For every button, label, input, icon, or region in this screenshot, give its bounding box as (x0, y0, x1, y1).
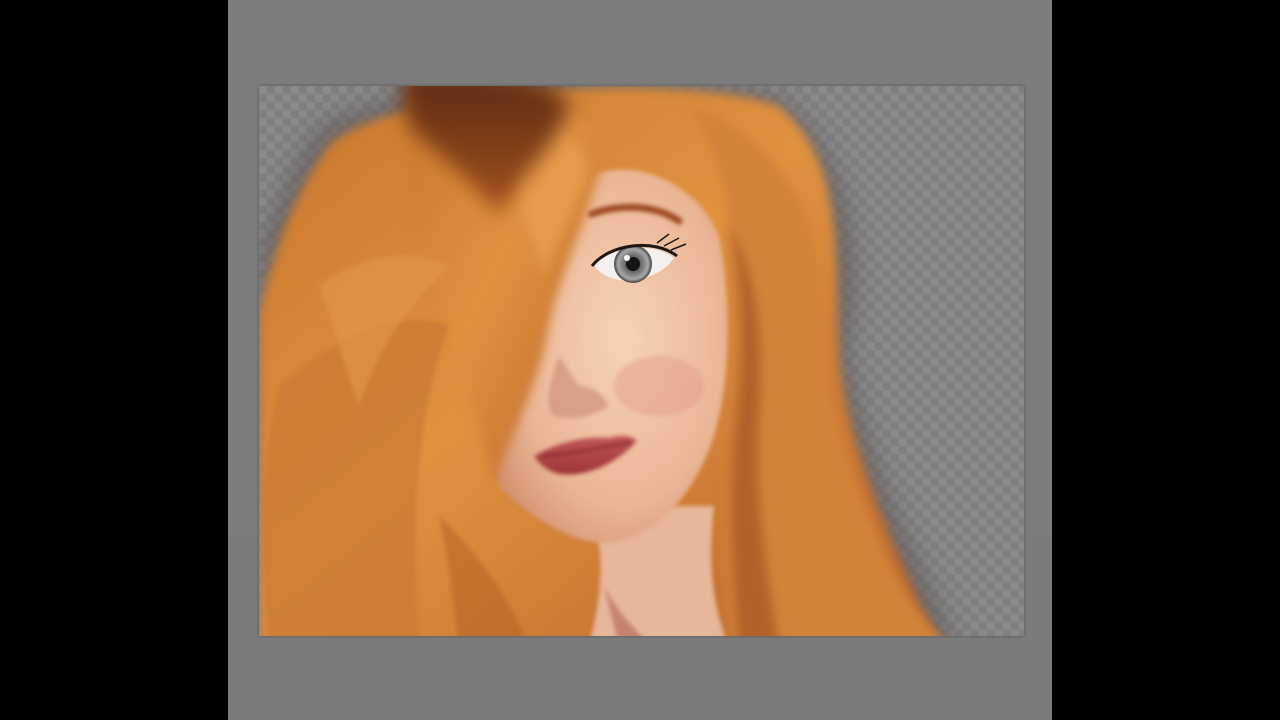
letterbox-right (1052, 0, 1280, 720)
portrait-artwork (259, 86, 955, 636)
letterbox-left (0, 0, 228, 720)
workspace-area[interactable] (228, 0, 1052, 720)
drawing-canvas[interactable] (259, 86, 1024, 636)
